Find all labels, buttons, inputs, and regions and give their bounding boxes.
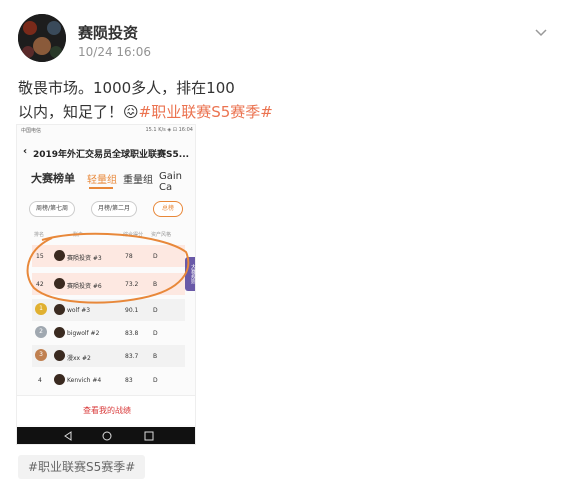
avatar-image bbox=[18, 14, 66, 62]
post-text-line1: 敬畏市场。1000多人，排在100 bbox=[18, 79, 235, 97]
row-avatar bbox=[54, 374, 65, 385]
table-row: 2 bigwolf #2 83.8 D bbox=[32, 322, 185, 344]
phone-title: 2019年外汇交易员全球职业联赛S5... bbox=[33, 150, 190, 160]
row-rank: 15 bbox=[36, 253, 44, 260]
author-avatar[interactable] bbox=[18, 14, 66, 62]
row-score: 90.1 bbox=[125, 307, 139, 314]
emoji: 😖 bbox=[123, 103, 139, 121]
row-name: Kenvich #4 bbox=[67, 377, 102, 384]
post-text: 敬畏市场。1000多人，排在100 以内，知足了！😖#职业联赛S5赛季# bbox=[18, 76, 278, 124]
tab-leaderboard: 大赛榜单 bbox=[31, 172, 75, 185]
tab-gain: Gain Ca bbox=[159, 171, 182, 193]
gold-medal-icon: 1 bbox=[35, 303, 47, 315]
phone-nav: ‹ 2019年外汇交易员全球职业联赛S5... bbox=[17, 142, 195, 162]
row-name: wolf #3 bbox=[67, 307, 91, 314]
post-timestamp[interactable]: 10/24 16:06 bbox=[78, 45, 151, 59]
row-avatar bbox=[54, 350, 65, 361]
rules-side-tag: 大赛规则 bbox=[185, 257, 195, 291]
row-score: 83 bbox=[125, 377, 133, 384]
phone-status-bar: 中国电信 15.1 K/s ◈ ⊡ 16:04 bbox=[17, 125, 195, 137]
tab-light: 轻量组 bbox=[87, 175, 117, 186]
back-icon: ‹ bbox=[23, 146, 28, 157]
row-score: 73.2 bbox=[125, 281, 139, 288]
row-rank: 42 bbox=[36, 281, 44, 288]
row-style: B bbox=[153, 281, 158, 288]
header-account: 账户 bbox=[73, 232, 84, 238]
filter-total: 总榜 bbox=[153, 201, 183, 217]
table-row: 3 漫xx #2 83.7 B bbox=[32, 345, 185, 367]
hand-drawn-circle bbox=[26, 232, 190, 304]
row-avatar bbox=[54, 327, 65, 338]
topic-link[interactable]: #职业联赛S5赛季# bbox=[139, 103, 273, 121]
row-style: B bbox=[153, 353, 158, 360]
row-style: D bbox=[153, 307, 158, 314]
row-name: 赛陨投资 #3 bbox=[67, 255, 102, 262]
row-score: 83.7 bbox=[125, 353, 139, 360]
row-score: 83.8 bbox=[125, 330, 139, 337]
table-row: 1 wolf #3 90.1 D bbox=[32, 299, 185, 321]
tab-underline bbox=[89, 187, 113, 189]
author-name[interactable]: 赛陨投资 bbox=[78, 22, 138, 43]
tab-heavy: 重量组 bbox=[123, 175, 153, 186]
header-score: 综合得分 bbox=[123, 232, 144, 238]
table-row: 4 Kenvich #4 83 D bbox=[32, 369, 185, 391]
topic-tag-chip[interactable]: #职业联赛S5赛季# bbox=[18, 455, 146, 479]
silver-medal-icon: 2 bbox=[35, 326, 47, 338]
header-rank: 排名 bbox=[34, 232, 45, 238]
bronze-medal-icon: 3 bbox=[35, 349, 47, 361]
table-row: 42 赛陨投资 #6 73.2 B bbox=[32, 273, 185, 295]
post-text-line2-prefix: 以内，知足了！ bbox=[18, 103, 124, 121]
table-row: 15 赛陨投资 #3 78 D bbox=[32, 245, 185, 267]
post-text-line2: 以内，知足了！😖#职业联赛S5赛季# bbox=[18, 100, 278, 124]
row-name: 漫xx #2 bbox=[67, 355, 91, 362]
view-my-results-button: 查看我的战绩 bbox=[17, 395, 195, 425]
row-name: bigwolf #2 bbox=[67, 330, 100, 337]
post-image[interactable]: 中国电信 15.1 K/s ◈ ⊡ 16:04 ‹ 2019年外汇交易员全球职业… bbox=[16, 124, 196, 445]
row-avatar bbox=[54, 278, 65, 289]
row-rank: 4 bbox=[38, 377, 42, 384]
status-left: 中国电信 bbox=[21, 128, 42, 134]
phone-tabs: 大赛榜单 轻量组 重量组 Gain Ca bbox=[17, 167, 195, 193]
row-avatar bbox=[54, 250, 65, 261]
row-style: D bbox=[153, 377, 158, 384]
row-score: 78 bbox=[125, 253, 133, 260]
header-style: 资产风格 bbox=[151, 232, 172, 238]
row-style: D bbox=[153, 330, 158, 337]
filter-week: 周榜/第七周 bbox=[29, 201, 75, 217]
row-style: D bbox=[153, 253, 158, 260]
row-name: 赛陨投资 #6 bbox=[67, 283, 102, 290]
phone-nav-icons bbox=[64, 431, 154, 441]
filter-month: 月榜/第二月 bbox=[91, 201, 137, 217]
status-right: 15.1 K/s ◈ ⊡ 16:04 bbox=[145, 127, 193, 133]
chevron-down-icon[interactable] bbox=[533, 24, 549, 40]
phone-nav-bar bbox=[17, 427, 195, 444]
row-avatar bbox=[54, 304, 65, 315]
